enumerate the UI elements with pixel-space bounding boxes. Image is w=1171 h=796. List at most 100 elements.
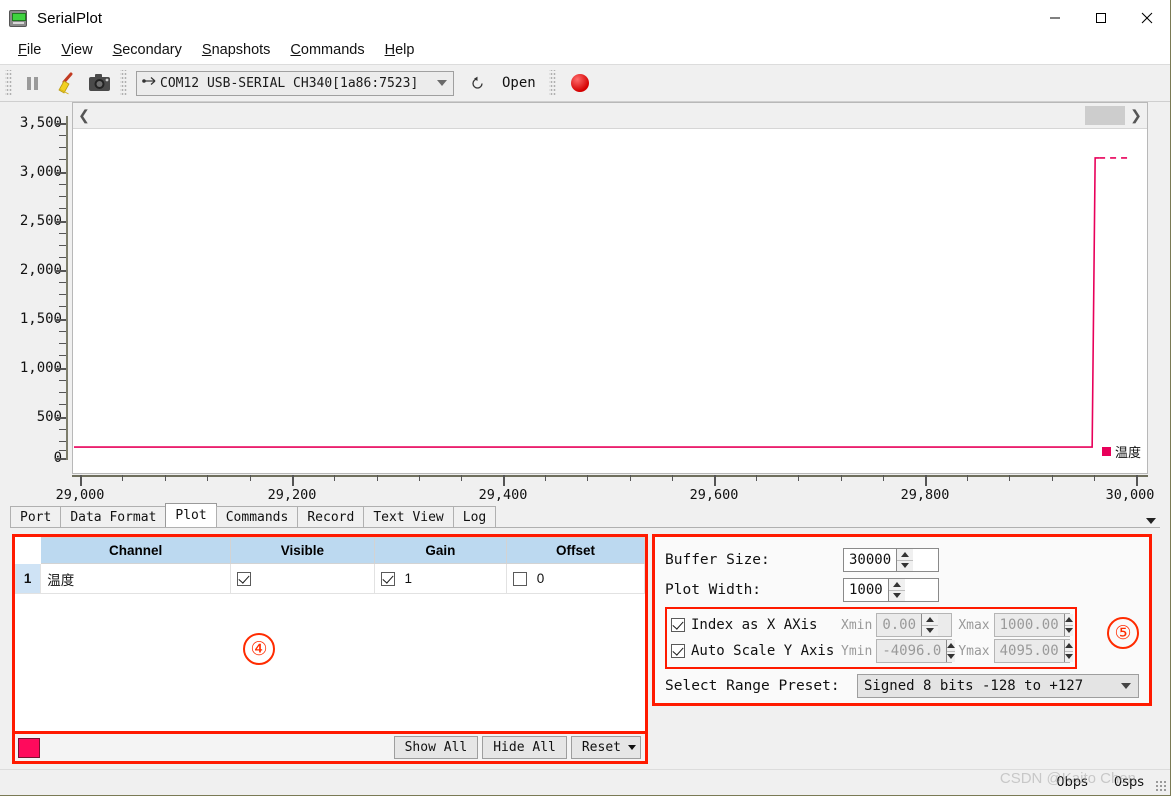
table-header-gain[interactable]: Gain: [373, 537, 508, 564]
spin-down-icon[interactable]: [922, 626, 938, 637]
spin-up-icon[interactable]: [897, 549, 914, 561]
spin-up-icon[interactable]: [922, 614, 939, 626]
show-all-button[interactable]: Show All: [393, 736, 479, 759]
ymin-value[interactable]: -4096.0: [877, 640, 946, 662]
annotation-circle-5: ⑤: [1107, 617, 1139, 649]
toolbar-grip-2[interactable]: [120, 70, 127, 96]
resize-grip[interactable]: [1155, 780, 1167, 792]
serial-port-combo[interactable]: COM12 USB-SERIAL CH340[1a86:7523]: [136, 70, 454, 96]
xmin-value[interactable]: 0.00: [877, 614, 921, 636]
xmax-value[interactable]: 1000.00: [995, 614, 1064, 636]
plot-width-label: Plot Width:: [665, 582, 762, 598]
spin-down-icon[interactable]: [889, 591, 905, 602]
tab-record[interactable]: Record: [297, 506, 365, 527]
scrollbar-thumb[interactable]: [1085, 106, 1125, 125]
ymin-stepper[interactable]: -4096.0: [876, 639, 956, 663]
ymax-label: Ymax: [958, 643, 990, 659]
table-header-visible[interactable]: Visible: [230, 537, 375, 564]
spin-up-icon[interactable]: [1064, 614, 1073, 626]
spin-up-icon[interactable]: [888, 579, 905, 591]
range-preset-combo[interactable]: Signed 8 bits -128 to +127: [857, 674, 1139, 698]
tab-log[interactable]: Log: [452, 506, 497, 527]
chevron-left-icon[interactable]: ❮: [73, 107, 95, 124]
cell-gain[interactable]: 1: [373, 563, 508, 594]
auto-scale-y-checkbox[interactable]: [671, 644, 685, 658]
ymin-spin-buttons[interactable]: [946, 640, 956, 663]
plot-canvas[interactable]: 温度: [73, 129, 1147, 473]
gain-checkbox[interactable]: [380, 571, 395, 586]
menu-commands[interactable]: Commands: [280, 40, 374, 60]
channel-panel-footer: Show All Hide All Reset: [12, 734, 648, 764]
chevron-right-icon[interactable]: ❯: [1125, 107, 1147, 124]
open-button[interactable]: Open: [492, 68, 546, 98]
xmin-spin-buttons[interactable]: [921, 614, 939, 637]
chevron-down-icon[interactable]: [1146, 518, 1156, 524]
menu-commands-rest: ommands: [300, 42, 365, 58]
x-tick-label: 29,800: [900, 487, 950, 503]
menu-file-rest: ile: [26, 42, 42, 58]
ymax-value[interactable]: 4095.00: [995, 640, 1064, 662]
tab-commands[interactable]: Commands: [215, 506, 299, 527]
tab-text-view[interactable]: Text View: [363, 506, 454, 527]
menu-snapshots[interactable]: Snapshots: [192, 40, 281, 60]
record-dot-icon[interactable]: [570, 74, 589, 92]
plot-horizontal-scrollbar[interactable]: ❮ ❯: [73, 103, 1147, 129]
buffer-size-stepper[interactable]: 30000: [843, 548, 939, 572]
spin-up-icon[interactable]: [1064, 640, 1073, 652]
menu-secondary[interactable]: Secondary: [103, 40, 192, 60]
xmax-spin-buttons[interactable]: [1063, 614, 1073, 637]
range-preset-row: Select Range Preset: Signed 8 bits -128 …: [665, 672, 1139, 700]
menu-file[interactable]: File: [8, 40, 51, 60]
cell-channel-name[interactable]: 温度: [40, 563, 232, 594]
channel-settings-panel: Channel Visible Gain Offset 1 温度 1 0 ④: [12, 534, 648, 734]
status-samplerate: 0sps: [1113, 775, 1144, 790]
annotation-circle-4: ④: [243, 633, 275, 665]
close-icon[interactable]: [1124, 0, 1170, 36]
channel-color-swatch[interactable]: [18, 737, 40, 758]
plot-width-spin-buttons[interactable]: [887, 579, 905, 602]
spin-down-icon[interactable]: [947, 652, 956, 663]
pause-icon[interactable]: [15, 67, 49, 99]
maximize-icon[interactable]: [1078, 0, 1124, 36]
x-axis: 29,000 29,200 29,400 29,600 29,800 30,00…: [56, 475, 1154, 507]
buffer-size-spin-buttons[interactable]: [896, 549, 914, 572]
spin-down-icon[interactable]: [1064, 652, 1073, 663]
refresh-icon[interactable]: [462, 68, 492, 98]
ymax-stepper[interactable]: 4095.00: [993, 639, 1073, 663]
tab-data-format[interactable]: Data Format: [60, 506, 167, 527]
spin-up-icon[interactable]: [947, 640, 956, 652]
visible-checkbox[interactable]: [237, 572, 252, 587]
hide-all-button[interactable]: Hide All: [482, 736, 567, 759]
table-header-offset[interactable]: Offset: [506, 537, 645, 564]
table-row[interactable]: 1 温度 1 0: [14, 563, 645, 594]
toolbar-grip-3[interactable]: [548, 70, 556, 96]
camera-icon[interactable]: [83, 67, 117, 99]
cell-visible[interactable]: [230, 563, 375, 594]
minimize-icon[interactable]: [1032, 0, 1078, 36]
xmin-stepper[interactable]: 0.00: [876, 613, 953, 637]
row-number: 1: [14, 563, 42, 594]
menu-help[interactable]: Help: [375, 40, 425, 60]
series-temperature-line: [73, 157, 1100, 448]
toolbar-grip-1[interactable]: [5, 70, 12, 96]
chevron-down-icon[interactable]: [628, 745, 636, 750]
xmax-stepper[interactable]: 1000.00: [993, 613, 1073, 637]
tab-plot[interactable]: Plot: [165, 503, 217, 527]
ymax-spin-buttons[interactable]: [1063, 640, 1073, 663]
tab-port[interactable]: Port: [10, 506, 62, 527]
ymin-label: Ymin: [841, 643, 873, 659]
cell-offset[interactable]: 0: [506, 563, 645, 594]
spin-down-icon[interactable]: [897, 561, 913, 572]
spin-down-icon[interactable]: [1064, 626, 1073, 637]
plot-width-value[interactable]: 1000: [844, 579, 888, 601]
table-header-channel[interactable]: Channel: [40, 537, 232, 564]
offset-checkbox[interactable]: [513, 571, 527, 586]
buffer-size-value[interactable]: 30000: [844, 549, 896, 571]
xmax-label: Xmax: [958, 617, 990, 633]
reset-button[interactable]: Reset: [570, 736, 641, 759]
broom-icon[interactable]: [49, 67, 83, 99]
window-title: SerialPlot: [37, 9, 103, 27]
index-as-x-checkbox[interactable]: [671, 618, 685, 632]
menu-view[interactable]: View: [51, 40, 102, 60]
plot-width-stepper[interactable]: 1000: [843, 578, 939, 602]
